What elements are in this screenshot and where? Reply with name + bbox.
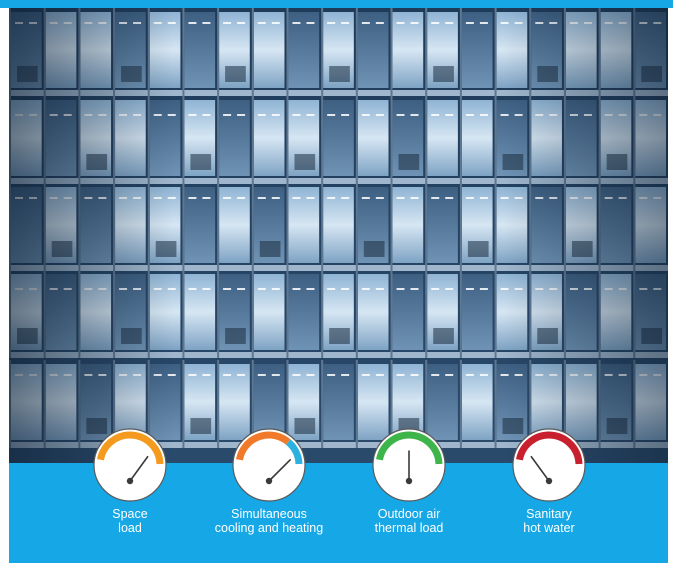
label-line-1: Simultaneous [231,507,307,521]
gauge-dial-icon [232,428,306,502]
label-line-2: load [118,521,142,535]
outdoor-air-thermal-load-gauge [372,428,446,502]
gauge-pivot [405,477,413,485]
label-line-2: thermal load [374,521,444,535]
gauge-face [512,428,586,502]
label-line-1: Space [112,507,148,521]
gauge-face [232,428,306,502]
label-line-1: Sanitary [526,507,572,521]
building-facade-illustration [9,8,668,463]
gauge-dial-icon [372,428,446,502]
simultaneous-cooling-heating-gauge [232,428,306,502]
label-line-1: Outdoor air [377,507,441,521]
gauge-pivot [545,477,553,485]
gauge-pivot [126,477,134,485]
gauge-face [93,428,167,502]
space-load-label: Space load [55,507,205,535]
sanitary-hot-water-label: Sanitary hot water [474,507,624,535]
top-accent-bar [0,0,673,8]
simultaneous-cooling-heating-label: Simultaneous cooling and heating [194,507,344,535]
gauge-pivot [265,477,273,485]
label-line-2: cooling and heating [214,521,324,535]
label-line-2: hot water [523,521,575,535]
office-building-photo [9,8,668,463]
space-load-gauge [93,428,167,502]
outdoor-air-thermal-load-label: Outdoor air thermal load [334,507,484,535]
sanitary-hot-water-gauge [512,428,586,502]
gauge-dial-icon [93,428,167,502]
gauge-dial-icon [512,428,586,502]
